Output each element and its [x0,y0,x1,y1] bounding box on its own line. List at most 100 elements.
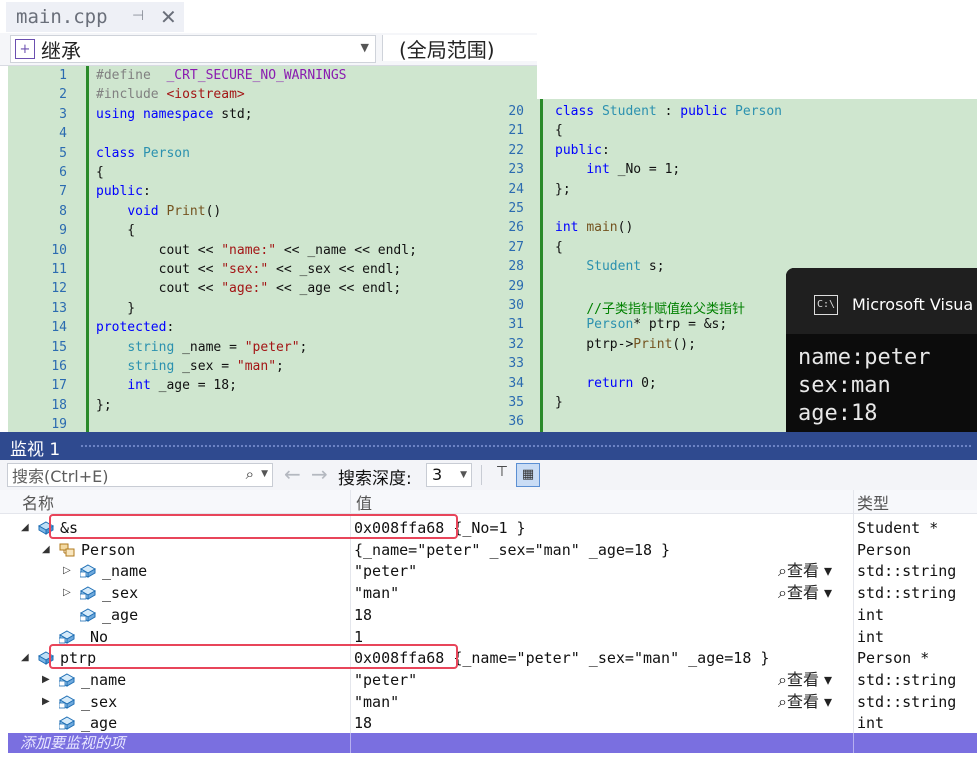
code-line[interactable]: { [555,240,563,255]
code-line[interactable]: public: [96,184,151,199]
watch-row[interactable]: ◢ ptrp 0x008ffa68 {_name="peter" _sex="man… [0,644,977,670]
watch-value[interactable]: "man" [354,582,399,604]
watch-row[interactable]: ▷ _sex "man" ⌕查看 ▾ std::string [0,582,977,604]
view-visualizer-button[interactable]: ⌕查看 ▾ [778,691,832,713]
watch-row[interactable]: ▶ _sex "man" ⌕查看 ▾ std::string [0,691,977,713]
collapse-arrow-icon[interactable]: ◢ [42,539,50,561]
watch-name[interactable]: Person [81,539,135,561]
watch-value[interactable]: "man" [354,691,399,713]
watch-name[interactable]: _age [81,712,117,734]
code-line[interactable]: Person* ptrp = &s; [555,317,727,332]
code-line[interactable]: { [555,123,563,138]
global-scope-dropdown[interactable]: (全局范围) [382,35,537,62]
watch-grid[interactable]: 名称 值 类型 ◢ &s 0x008ffa68 {_No=1 } Student * ◢… [0,490,977,762]
line-number: 8 [59,203,67,219]
view-visualizer-button[interactable]: ⌕查看 ▾ [778,582,832,604]
watch-name[interactable]: _sex [102,582,138,604]
search-icon[interactable]: ⌕ [246,465,254,483]
code-line[interactable]: class Student : public Person [555,104,782,119]
watch-name[interactable]: _name [102,560,147,582]
project-scope-dropdown[interactable]: + 继承 ▼ [10,35,376,63]
code-line[interactable]: return 0; [555,376,656,391]
console-window[interactable]: C:\ Microsoft Visua name:peter sex:man a… [786,268,977,432]
change-indicator [540,99,543,432]
code-line[interactable]: class Person [96,146,190,161]
add-watch-row[interactable]: 添加要监视的项 [8,733,977,753]
code-line[interactable]: int main() [555,220,633,235]
chevron-down-icon[interactable]: ▼ [261,469,268,479]
code-line[interactable]: { [96,223,135,238]
search-input[interactable] [8,464,234,488]
pin-source-icon[interactable]: ⊤ [492,464,512,484]
view-visualizer-button[interactable]: ⌕查看 ▾ [778,669,832,691]
code-line[interactable]: { [96,165,104,180]
code-line[interactable]: string _name = "peter"; [96,340,307,355]
add-watch-placeholder[interactable]: 添加要监视的项 [20,733,125,753]
code-line[interactable]: #define _CRT_SECURE_NO_WARNINGS [96,68,346,83]
search-depth-dropdown[interactable]: 3 ▼ [426,463,472,487]
code-line[interactable]: #include <iostream> [96,87,245,102]
search-depth-label: 搜索深度: [338,469,412,489]
watch-type: std::string [857,562,957,581]
line-number: 30 [508,298,524,313]
search-forward-button[interactable]: → [311,462,328,486]
column-header-type[interactable]: 类型 [853,490,977,514]
column-header-value[interactable]: 值 [350,490,853,514]
code-line[interactable]: Student s; [555,259,664,274]
console-title: Microsoft Visua [852,295,974,314]
code-line[interactable]: protected: [96,320,174,335]
expand-arrow-icon[interactable]: ▶ [42,691,50,713]
watch-name[interactable]: _sex [81,691,117,713]
search-back-button[interactable]: ← [284,462,301,486]
watch-row[interactable]: ◢ Person {_name="peter" _sex="man" _age=18… [0,539,977,561]
code-line[interactable]: ptrp->Print(); [555,337,696,352]
watch-row[interactable]: ▶ _name "peter" ⌕查看 ▾ std::string [0,669,977,691]
watch-value[interactable]: 18 [354,604,372,626]
hex-display-toggle[interactable]: ▦ [516,463,540,487]
code-line[interactable]: }; [96,398,112,413]
line-number: 32 [508,336,524,352]
code-line[interactable]: cout << "sex:" << _sex << endl; [96,262,402,277]
code-line[interactable]: cout << "name:" << _name << endl; [96,243,417,258]
code-line[interactable]: public: [555,143,610,158]
watch-value[interactable]: "peter" [354,669,417,691]
watch-row[interactable]: _age 18 int [0,604,977,626]
column-header-name[interactable]: 名称 [0,490,350,514]
watch-row[interactable]: ▷ _name "peter" ⌕查看 ▾ std::string [0,560,977,582]
watch-value[interactable]: {_name="peter" _sex="man" _age=18 } [354,539,670,561]
tab-main-cpp[interactable]: main.cpp ⊣ ✕ [6,2,184,32]
watch-name[interactable]: _name [81,669,126,691]
close-icon[interactable]: ✕ [160,5,177,29]
code-line[interactable]: } [96,301,135,316]
code-line[interactable]: cout << "age:" << _age << endl; [96,281,402,296]
code-line[interactable]: }; [555,182,571,197]
console-titlebar[interactable]: C:\ Microsoft Visua [786,268,977,334]
drag-grip[interactable] [80,444,971,448]
collapse-arrow-icon[interactable]: ◢ [21,647,29,669]
code-line[interactable]: } [555,395,563,410]
field-icon [79,563,97,579]
expand-arrow-icon[interactable]: ▷ [63,560,71,582]
pin-icon[interactable]: ⊣ [132,8,144,24]
code-line[interactable]: string _sex = "man"; [96,359,284,374]
watch-value[interactable]: "peter" [354,560,417,582]
code-line[interactable]: int _age = 18; [96,378,237,393]
watch-window-titlebar[interactable]: 监视 1 [0,432,977,460]
line-number: 19 [51,417,67,433]
expand-arrow-icon[interactable]: ▶ [42,669,50,691]
watch-row[interactable]: ◢ &s 0x008ffa68 {_No=1 } Student * [0,514,977,539]
code-line[interactable]: //子类指针赋值给父类指针 [555,298,745,317]
watch-value[interactable]: 18 [354,712,372,734]
code-line[interactable]: void Print() [96,204,221,219]
code-line[interactable]: using namespace std; [96,107,253,122]
collapse-arrow-icon[interactable]: ◢ [21,517,29,539]
watch-row[interactable]: _age 18 int [0,712,977,734]
watch-name[interactable]: _age [102,604,138,626]
watch-type: Person [857,540,912,559]
code-pane-left[interactable]: 1 #define _CRT_SECURE_NO_WARNINGS 2 #includ… [8,66,537,432]
code-line[interactable]: int _No = 1; [555,162,680,177]
watch-search-box[interactable]: ⌕ ▼ [7,463,273,488]
expand-arrow-icon[interactable]: ▷ [63,582,71,604]
view-visualizer-button[interactable]: ⌕查看 ▾ [778,560,832,582]
field-icon [58,629,76,644]
